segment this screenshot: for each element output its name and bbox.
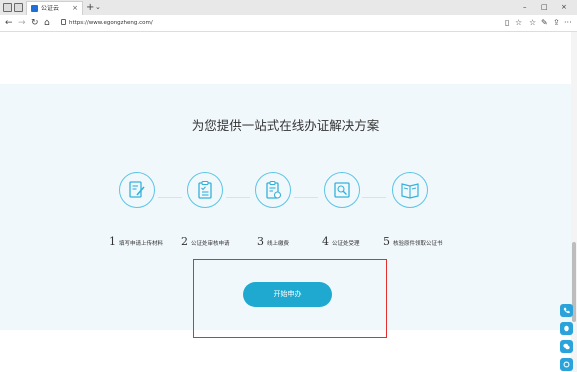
tab-gongzhengyun[interactable]: 公证云 × [26,1,83,15]
qq-icon[interactable] [560,322,573,335]
share-button[interactable]: ⇪ [553,17,560,29]
section-headline: 为您提供一站式在线办证解决方案 [191,118,380,133]
more-menu-button[interactable]: ··· [564,17,572,29]
step-number: 4 [322,235,329,248]
phone-icon[interactable] [560,304,573,317]
favorite-star-button[interactable]: ☆ [515,17,522,29]
tab-title: 公证云 [41,5,60,12]
close-window-button[interactable]: × [561,1,567,13]
url-field[interactable]: https://www.egongzheng.com/ [69,17,153,29]
site-favicon-icon [31,5,38,12]
step-5-label: 5 核验原件领取公证书 [383,230,443,249]
service-icon[interactable] [560,358,573,371]
step-number: 2 [181,235,188,248]
home-button[interactable]: ⌂ [44,17,50,29]
reading-view-button[interactable]: ▯ [505,17,509,29]
highlight-box [193,259,387,338]
step-text: 公证处审核申请 [191,241,230,247]
maximize-button[interactable]: □ [541,1,548,13]
back-button[interactable]: ← [5,17,13,29]
step-text: 核验原件领取公证书 [393,241,443,247]
step-1-label: 1 填写申请上传材料 [109,230,163,249]
step-text: 线上缴费 [267,241,290,247]
tab-close-icon[interactable]: × [72,3,78,14]
edit-document-icon [129,181,145,198]
step-connector [226,197,250,198]
step-connector [158,197,182,198]
step-connector [362,197,386,198]
wechat-icon[interactable] [560,340,573,353]
address-bar: ← → ↻ ⌂ https://www.egongzheng.com/ ▯ ☆ … [0,15,577,32]
forward-button[interactable]: → [18,17,26,29]
step-number: 5 [383,235,390,248]
step-text: 填写申请上传材料 [119,241,164,247]
new-tab-button[interactable]: + [86,1,94,14]
tab-actions-icon[interactable] [3,3,12,12]
page-scrollbar[interactable] [571,32,577,372]
web-note-button[interactable]: ✎ [541,17,548,29]
tab-preview-icon[interactable] [14,3,23,12]
step-3-label: 3 线上缴费 [257,230,289,249]
payment-document-icon [266,180,282,199]
step-4-circle [324,172,360,208]
reload-button[interactable]: ↻ [31,17,39,29]
checklist-document-icon [198,180,212,199]
step-connector [294,197,318,198]
certificate-book-icon [401,183,419,199]
step-2-circle [187,172,223,208]
step-3-circle [255,172,291,208]
step-1-circle [119,172,155,208]
tab-menu-chevron-icon[interactable]: ⌄ [95,2,101,13]
search-document-icon [334,182,350,198]
step-4-label: 4 公证处受理 [322,230,360,249]
step-number: 3 [257,235,264,248]
step-text: 公证处受理 [332,241,360,247]
step-5-circle [392,172,428,208]
lock-icon [61,19,66,25]
minimize-button[interactable]: – [523,1,527,13]
step-2-label: 2 公证处审核申请 [181,230,230,249]
step-number: 1 [109,235,116,248]
browser-tab-bar: 公证云 × + ⌄ – □ × [0,0,577,15]
favorites-hub-button[interactable]: ☆ [529,17,536,29]
